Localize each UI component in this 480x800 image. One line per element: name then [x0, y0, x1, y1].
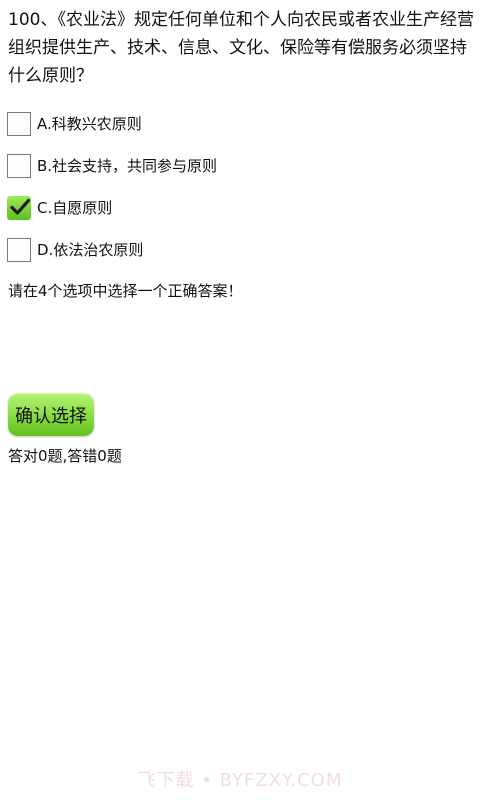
- watermark: 飞下载 • BYFZXY.COM: [137, 770, 343, 791]
- option-c-label: C.自愿原则: [37, 199, 113, 217]
- option-a-label: A.科教兴农原则: [37, 115, 142, 133]
- option-b[interactable]: B.社会支持，共同参与原则: [7, 152, 467, 180]
- quiz-screen: 100、《农业法》规定任何单位和个人向农民或者农业生产经营组织提供生产、技术、信…: [0, 0, 480, 800]
- option-a[interactable]: A.科教兴农原则: [7, 110, 467, 138]
- option-d-checkbox[interactable]: [7, 238, 31, 262]
- option-d[interactable]: D.依法治农原则: [7, 236, 467, 264]
- option-c[interactable]: C.自愿原则: [7, 194, 467, 222]
- option-c-checkbox[interactable]: [7, 196, 31, 220]
- options-list: A.科教兴农原则 B.社会支持，共同参与原则 C.自愿原则 D.依法治农原则: [7, 110, 467, 278]
- option-d-label: D.依法治农原则: [37, 241, 144, 259]
- score-text: 答对0题,答错0题: [8, 447, 122, 465]
- checkmark-icon: [10, 198, 31, 215]
- option-b-checkbox[interactable]: [7, 154, 31, 178]
- option-a-checkbox[interactable]: [7, 112, 31, 136]
- confirm-button[interactable]: 确认选择: [8, 393, 94, 436]
- instruction-text: 请在4个选项中选择一个正确答案！: [8, 282, 243, 300]
- question-text: 100、《农业法》规定任何单位和个人向农民或者农业生产经营组织提供生产、技术、信…: [8, 10, 474, 86]
- option-b-label: B.社会支持，共同参与原则: [37, 157, 218, 175]
